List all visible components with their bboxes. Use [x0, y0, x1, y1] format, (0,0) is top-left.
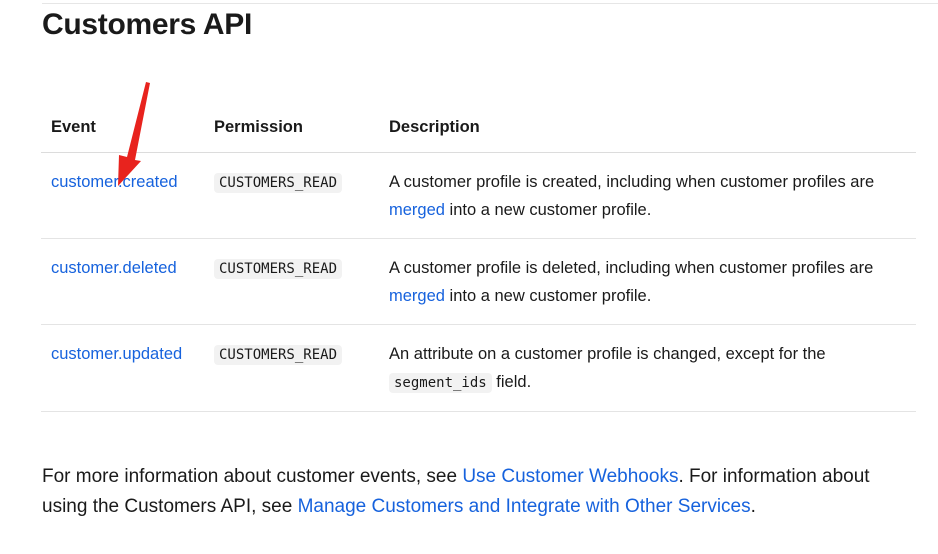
segment-ids-code: segment_ids	[389, 373, 492, 393]
merged-link[interactable]: merged	[389, 201, 445, 219]
header-event: Event	[41, 102, 204, 153]
event-cell: customer.deleted	[41, 238, 204, 325]
description-cell: A customer profile is created, including…	[379, 152, 916, 239]
events-table: Event Permission Description customer.cr…	[41, 102, 916, 412]
table-header-row: Event Permission Description	[41, 102, 916, 153]
permission-code: CUSTOMERS_READ	[214, 173, 343, 193]
event-link-customer-deleted[interactable]: customer.deleted	[51, 259, 177, 277]
top-divider	[42, 3, 938, 4]
description-text: A customer profile is deleted, including…	[389, 259, 874, 277]
permission-cell: CUSTOMERS_READ	[204, 152, 379, 239]
more-info-text: For more information about customer even…	[42, 466, 463, 487]
page-title: Customers API	[42, 8, 253, 41]
description-text: An attribute on a customer profile is ch…	[389, 345, 826, 363]
description-cell: A customer profile is deleted, including…	[379, 238, 916, 325]
event-link-customer-updated[interactable]: customer.updated	[51, 345, 182, 363]
description-text: into a new customer profile.	[444, 287, 652, 305]
description-cell: An attribute on a customer profile is ch…	[379, 324, 916, 412]
table-row: customer.created CUSTOMERS_READ A custom…	[41, 152, 916, 239]
table-row: customer.deleted CUSTOMERS_READ A custom…	[41, 238, 916, 325]
merged-link[interactable]: merged	[389, 287, 445, 305]
permission-code: CUSTOMERS_READ	[214, 345, 343, 365]
header-description: Description	[379, 102, 916, 153]
manage-customers-link[interactable]: Manage Customers and Integrate with Othe…	[298, 496, 751, 517]
permission-cell: CUSTOMERS_READ	[204, 238, 379, 325]
header-permission: Permission	[204, 102, 379, 153]
description-text: A customer profile is created, including…	[389, 173, 875, 191]
more-info-text: .	[750, 496, 756, 517]
table-row: customer.updated CUSTOMERS_READ An attri…	[41, 324, 916, 412]
description-text: field.	[491, 373, 532, 391]
use-customer-webhooks-link[interactable]: Use Customer Webhooks	[462, 466, 678, 487]
description-text: into a new customer profile.	[444, 201, 652, 219]
more-info-paragraph: For more information about customer even…	[42, 462, 902, 522]
event-link-customer-created[interactable]: customer.created	[51, 173, 178, 191]
permission-cell: CUSTOMERS_READ	[204, 324, 379, 412]
event-cell: customer.created	[41, 152, 204, 239]
permission-code: CUSTOMERS_READ	[214, 259, 343, 279]
event-cell: customer.updated	[41, 324, 204, 412]
